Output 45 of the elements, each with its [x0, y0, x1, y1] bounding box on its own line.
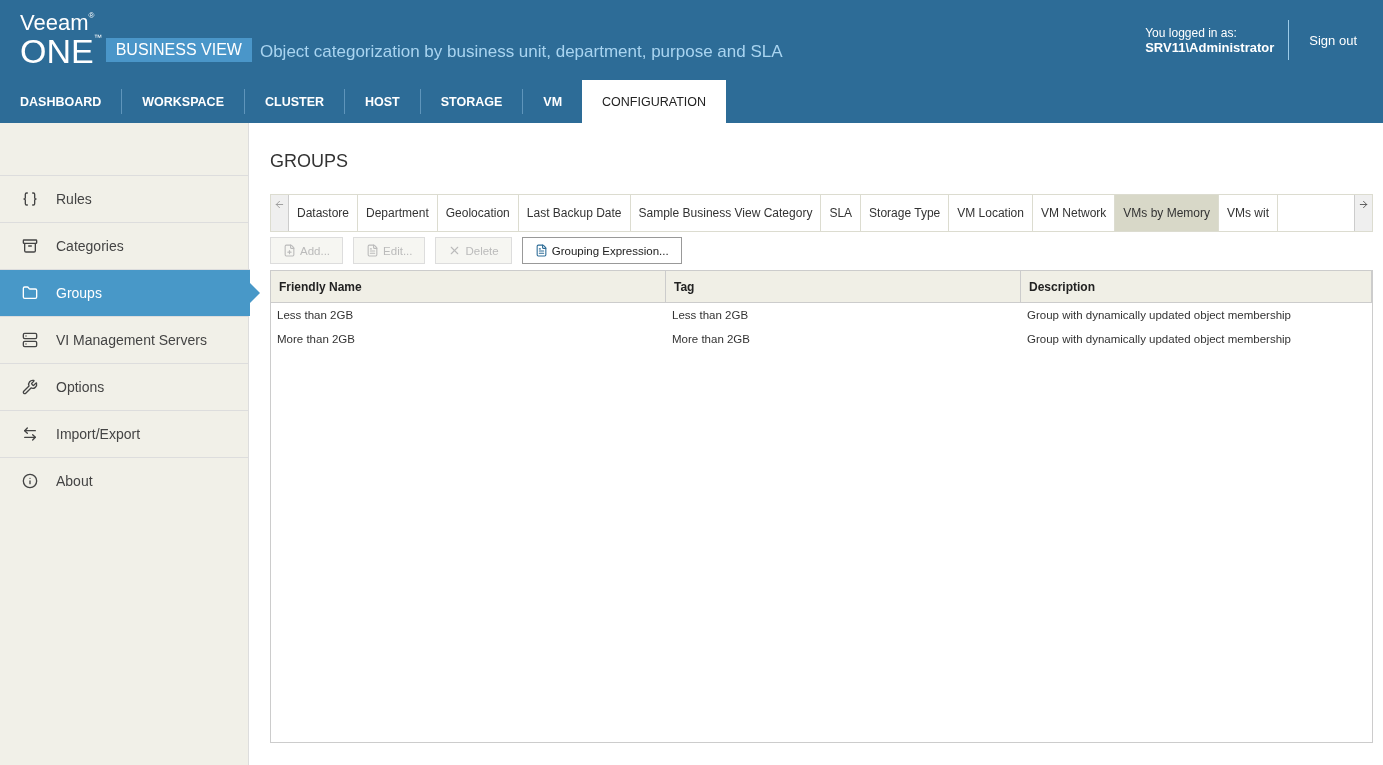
sidebar-item[interactable]: Rules [0, 175, 249, 222]
table-cell-text: More than 2GB [671, 332, 751, 347]
nav-tab[interactable]: CLUSTER [244, 80, 344, 123]
login-label: You logged in as: [1145, 25, 1238, 40]
new-file-icon [283, 244, 296, 257]
nav-tab[interactable]: DASHBOARD [0, 80, 122, 123]
wrench-icon [22, 379, 38, 395]
login-user: SRV11\Administrator [1145, 39, 1275, 55]
scroll-left-button[interactable] [271, 195, 289, 231]
sign-out-link[interactable]: Sign out [1289, 32, 1363, 48]
column-header[interactable]: Friendly Name [271, 271, 666, 302]
sidebar-item[interactable]: About [0, 457, 249, 504]
braces-icon [22, 191, 38, 207]
document-icon [534, 244, 548, 257]
selection-pointer [250, 283, 260, 303]
info-icon [22, 473, 38, 489]
toolbar-button[interactable]: Grouping Expression... [521, 237, 682, 264]
server-icon [22, 332, 38, 348]
nav-tab[interactable]: VM [523, 80, 583, 123]
table-cell-text: Group with dynamically updated object membership [1026, 332, 1292, 347]
logo: Veeam® ONE™ [20, 12, 102, 68]
table-cell-text: More than 2GB [276, 332, 356, 347]
arrows-icon [22, 426, 38, 442]
column-header[interactable]: Tag [666, 271, 1021, 302]
nav-tab[interactable]: STORAGE [420, 80, 523, 123]
column-header[interactable]: Description [1021, 271, 1372, 302]
nav-tab[interactable]: HOST [345, 80, 420, 123]
right-arrow-icon [1358, 199, 1369, 210]
sidebar-item[interactable]: Options [0, 363, 249, 410]
nav-tab[interactable]: CONFIGURATION [582, 80, 726, 123]
category-tab[interactable]: VMs by Memory [1115, 195, 1219, 231]
table-cell-text: Less than 2GB [671, 308, 750, 323]
document-icon [366, 244, 380, 257]
table-cell-text: Group with dynamically updated object membership [1026, 308, 1292, 323]
folder-icon [22, 285, 38, 301]
tagline: Object categorization by business unit, department, purpose and SLA [259, 42, 783, 62]
page-title: GROUPS [270, 151, 349, 172]
scroll-right-button[interactable] [1354, 195, 1372, 231]
sidebar-item[interactable]: VI Management Servers [0, 316, 249, 363]
table-cell-text: Less than 2GB [276, 308, 355, 323]
left-arrow-icon [274, 199, 285, 210]
archive-icon [22, 238, 38, 254]
sidebar-item[interactable]: Import/Export [0, 410, 249, 457]
product-name: BUSINESS VIEW [105, 38, 252, 62]
nav-tab[interactable]: WORKSPACE [122, 80, 244, 123]
